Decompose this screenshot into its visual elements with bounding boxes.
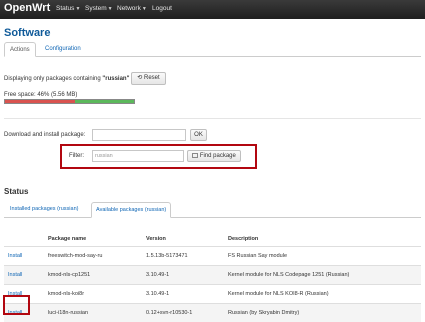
filter-highlight-box [60,144,257,169]
free-space-label: Free space: 46% (5.56 MB) [4,92,78,98]
reset-button[interactable]: ⟲ Reset [131,72,166,85]
install-highlight-box [3,295,30,315]
free-space-bar [4,99,135,104]
reset-label: Reset [144,75,160,81]
section-divider [4,118,421,119]
table-header-row: Package name Version Description [4,232,421,246]
package-name: freeswitch-mod-say-ru [44,245,142,265]
menu-status[interactable]: Status▼ [56,5,80,12]
menu-network-label: Network [117,5,141,12]
tab-installed-packages[interactable]: Installed packages (russian) [6,202,82,218]
menu-system-label: System [85,5,107,12]
reset-icon: ⟲ [137,75,143,81]
install-link[interactable]: Install [8,272,22,278]
header-description: Description [228,235,259,242]
page-title: Software [4,27,51,39]
header-action [4,232,44,246]
install-link[interactable]: Install [8,253,22,259]
filter-notice-prefix: Displaying only packages containing [4,76,101,82]
tab-actions[interactable]: Actions [4,42,36,57]
package-name: kmod-nls-cp1251 [44,264,142,284]
package-name: kmod-nls-koi8r [44,283,142,303]
menu-system[interactable]: System▼ [85,5,113,12]
download-label: Download and install package: [4,132,86,138]
package-version: 3.10.49-1 [142,264,224,284]
top-navbar: OpenWrt Status▼ System▼ Network▼ Logout [0,0,425,19]
menu-network[interactable]: Network▼ [117,5,147,12]
header-version: Version [146,235,166,242]
table-row: Install kmod-nls-koi8r 3.10.49-1 Kernel … [4,283,421,303]
ok-button[interactable]: OK [190,129,207,141]
status-heading: Status [4,187,29,196]
packages-table: Package name Version Description Install… [4,232,421,322]
package-description: Russian (by Skryabin Dmitry) [224,302,421,322]
filter-notice-term: "russian" [102,76,130,82]
menu-status-label: Status [56,5,75,12]
tab-configuration[interactable]: Configuration [45,46,81,52]
header-package-name: Package name [48,235,87,242]
package-description: FS Russian Say module [224,245,421,265]
package-version: 1.5.13b-5173471 [142,245,224,265]
package-version: 0.12+svn-r10530-1 [142,302,224,322]
table-row: Install freeswitch-mod-say-ru 1.5.13b-51… [4,245,421,265]
used-space-fill [5,100,75,103]
package-description: Kernel module for NLS KOI8-R (Russian) [224,283,421,303]
tabs-divider [4,56,421,57]
filter-notice: Displaying only packages containing "rus… [4,76,129,82]
menu-logout[interactable]: Logout [152,5,172,12]
chevron-down-icon: ▼ [141,6,147,12]
chevron-down-icon: ▼ [107,6,113,12]
package-name: luci-i18n-russian [44,302,142,322]
chevron-down-icon: ▼ [75,6,81,12]
tab-available-packages[interactable]: Available packages (russian) [91,202,172,218]
package-description: Kernel module for NLS Codepage 1251 (Rus… [224,264,421,284]
package-version: 3.10.49-1 [142,283,224,303]
download-input[interactable] [92,129,186,141]
table-row: Install luci-i18n-russian 0.12+svn-r1053… [4,302,421,322]
brand-logo[interactable]: OpenWrt [4,2,50,14]
table-row: Install kmod-nls-cp1251 3.10.49-1 Kernel… [4,264,421,284]
